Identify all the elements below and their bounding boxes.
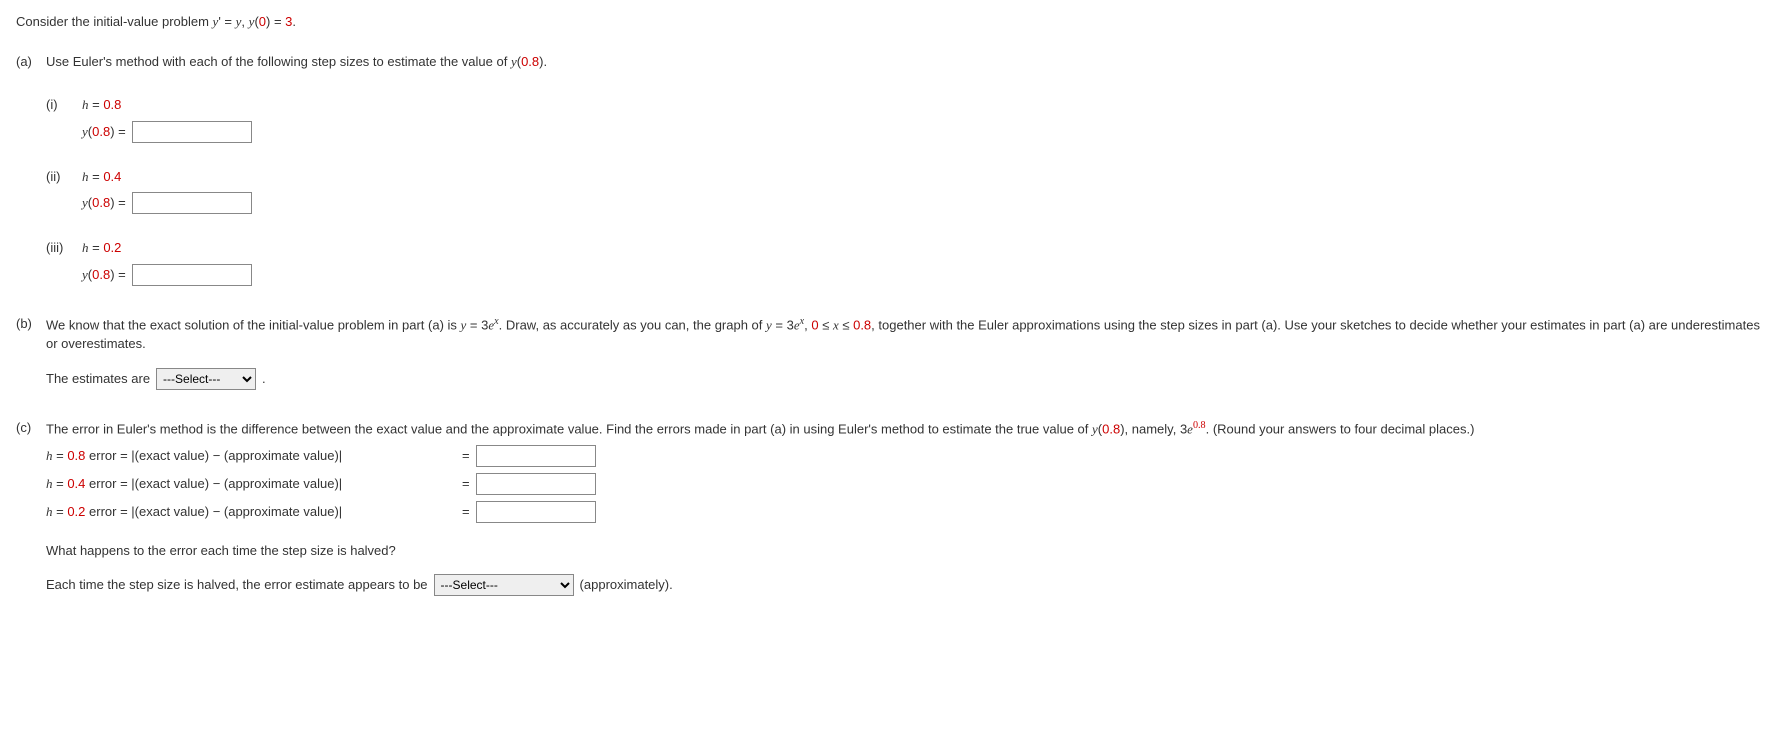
subpart-i-label: (i) xyxy=(46,95,82,115)
subpart-i: (i) h = 0.8 y(0.8) = xyxy=(46,95,1760,143)
err-label-2: error = |(exact value) − (approximate va… xyxy=(85,476,342,491)
eq-sym-3: = xyxy=(462,502,470,522)
error-input-3[interactable] xyxy=(476,501,596,523)
error-input-2[interactable] xyxy=(476,473,596,495)
err-label-3: error = |(exact value) − (approximate va… xyxy=(85,504,342,519)
err-label-1: error = |(exact value) − (approximate va… xyxy=(85,448,342,463)
le1: ≤ xyxy=(819,317,833,332)
h-val: 0.4 xyxy=(103,169,121,184)
eq1: = 3 xyxy=(466,317,488,332)
answer-input-i[interactable] xyxy=(132,121,252,143)
b-text1: We know that the exact solution of the i… xyxy=(46,317,461,332)
intro-text: Consider the initial-value problem xyxy=(16,14,213,29)
eqh3: = xyxy=(53,504,68,519)
final-text-1: Each time the step size is halved, the e… xyxy=(46,575,428,595)
eqh1: = xyxy=(53,448,68,463)
subpart-ii: (ii) h = 0.4 y(0.8) = xyxy=(46,167,1760,215)
paren-close-c: ), namely, 3 xyxy=(1120,421,1187,436)
comma: , xyxy=(241,14,248,29)
part-b: (b) We know that the exact solution of t… xyxy=(16,314,1760,390)
eq: ) = xyxy=(266,14,285,29)
c-text1: The error in Euler's method is the diffe… xyxy=(46,421,1092,436)
eq: = xyxy=(89,169,104,184)
part-a-label: (a) xyxy=(16,52,46,72)
eqh2: = xyxy=(53,476,68,491)
final-text-2: (approximately). xyxy=(580,575,673,595)
hval1: 0.8 xyxy=(67,448,85,463)
eq: = xyxy=(89,97,104,112)
y-label: y(0.8) = xyxy=(82,122,126,142)
error-row-2: h = 0.4 error = |(exact value) − (approx… xyxy=(46,473,1760,495)
problem-intro: Consider the initial-value problem y' = … xyxy=(16,12,1760,32)
error-input-1[interactable] xyxy=(476,445,596,467)
part-b-label: (b) xyxy=(16,314,46,390)
part-c: (c) The error in Euler's method is the d… xyxy=(16,418,1760,596)
estimates-text: The estimates are xyxy=(46,369,150,389)
hval3: 0.2 xyxy=(67,504,85,519)
error-row-1: h = 0.8 error = |(exact value) − (approx… xyxy=(46,445,1760,467)
period2: . xyxy=(262,369,266,389)
eq-sym-2: = xyxy=(462,474,470,494)
part-a: (a) Use Euler's method with each of the … xyxy=(16,52,1760,286)
eq-sym-1: = xyxy=(462,446,470,466)
part-a-text: Use Euler's method with each of the foll… xyxy=(46,54,511,69)
paren-close: ). xyxy=(539,54,547,69)
r1: 0 xyxy=(811,317,818,332)
halved-select[interactable]: ---Select--- xyxy=(434,574,574,596)
num-0: 0 xyxy=(259,14,266,29)
y-label: y(0.8) = xyxy=(82,193,126,213)
answer-input-ii[interactable] xyxy=(132,192,252,214)
y-label: y(0.8) = xyxy=(82,265,126,285)
eq: = xyxy=(89,240,104,255)
r2: 0.8 xyxy=(853,317,871,332)
error-row-3: h = 0.2 error = |(exact value) − (approx… xyxy=(46,501,1760,523)
subpart-iii-label: (iii) xyxy=(46,238,82,258)
answer-input-iii[interactable] xyxy=(132,264,252,286)
eq2: = 3 xyxy=(772,317,794,332)
halved-question: What happens to the error each time the … xyxy=(46,541,1760,561)
prime-eq: ' = xyxy=(218,14,235,29)
hval2: 0.4 xyxy=(67,476,85,491)
h-val: 0.8 xyxy=(103,97,121,112)
le2: ≤ xyxy=(839,317,853,332)
arg-c: 0.8 xyxy=(1102,421,1120,436)
c-text2: . (Round your answers to four decimal pl… xyxy=(1206,421,1475,436)
h-val: 0.2 xyxy=(103,240,121,255)
arg-val: 0.8 xyxy=(521,54,539,69)
exp-c: 0.8 xyxy=(1193,420,1206,431)
estimates-select[interactable]: ---Select--- xyxy=(156,368,256,390)
part-c-label: (c) xyxy=(16,418,46,596)
period: . xyxy=(292,14,296,29)
subpart-iii: (iii) h = 0.2 y(0.8) = xyxy=(46,238,1760,286)
subpart-ii-label: (ii) xyxy=(46,167,82,187)
b-text2: . Draw, as accurately as you can, the gr… xyxy=(499,317,766,332)
